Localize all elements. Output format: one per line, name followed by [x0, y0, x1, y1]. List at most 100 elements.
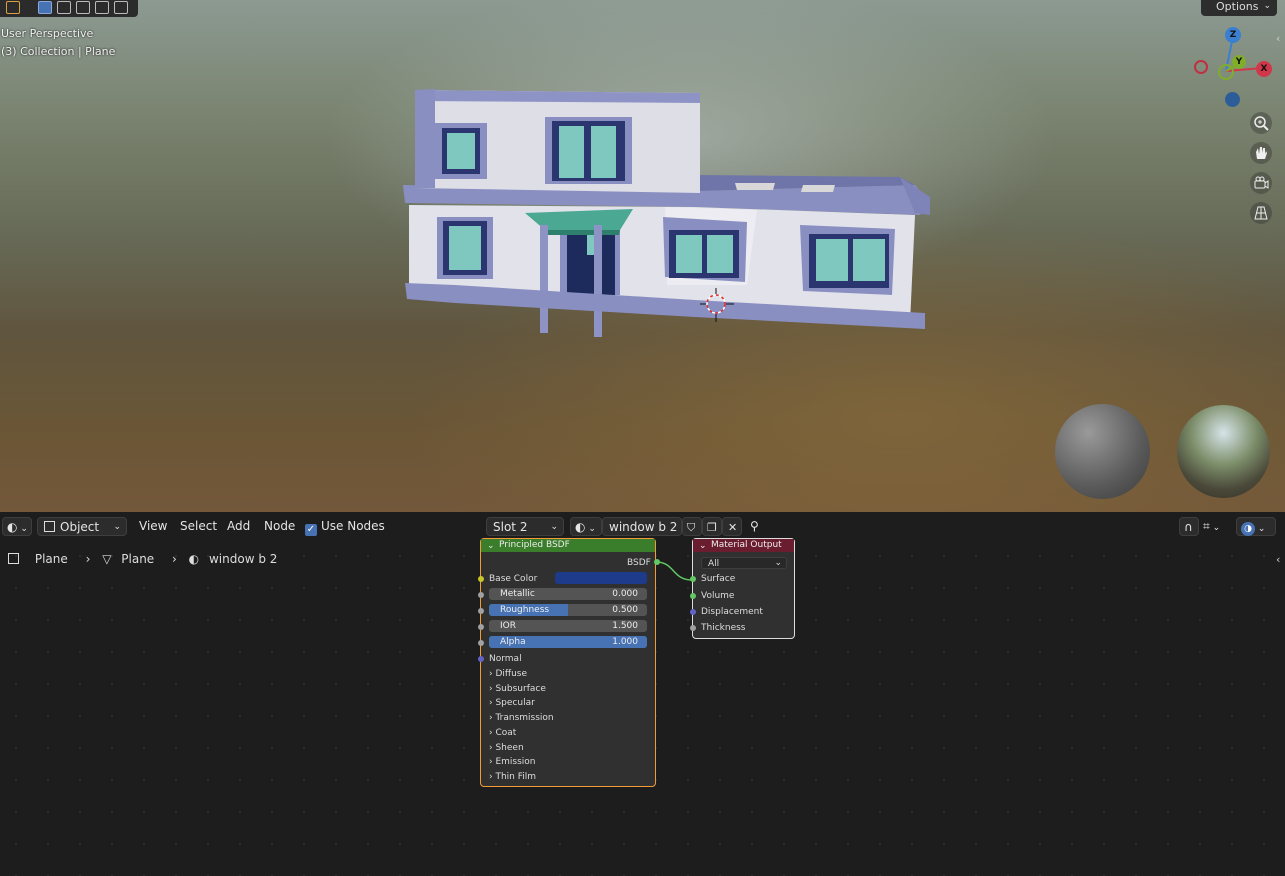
panel-sheen[interactable]: › Sheen [489, 743, 524, 753]
roughness-label: Roughness [500, 605, 550, 615]
fake-user-shield-icon[interactable]: ⛉ [682, 517, 702, 536]
select-box-icon[interactable] [38, 1, 52, 14]
slot-dropdown[interactable]: Slot 2 ⌄ [486, 517, 564, 536]
panel-subsurface[interactable]: › Subsurface [489, 684, 546, 694]
panel-label: Emission [495, 757, 536, 768]
normal-socket[interactable] [478, 656, 484, 662]
breadcrumb-object: Plane [34, 552, 68, 566]
sidebar-toggle-icon[interactable]: ‹ [1276, 553, 1280, 566]
material-name-field[interactable]: window b 2 [602, 517, 682, 536]
duplicate-material-icon[interactable]: ❐ [702, 517, 722, 536]
editor-type-dropdown[interactable]: ◐ ⌄ [2, 517, 32, 536]
chevron-right-icon: › [85, 552, 91, 566]
breadcrumb: Plane › ▽ Plane › ◐ window b 2 [8, 552, 283, 566]
sidebar-toggle-icon[interactable]: ‹ [1276, 32, 1280, 45]
chevron-down-icon: ⌄ [113, 522, 121, 532]
menu-add[interactable]: Add [227, 517, 250, 536]
displacement-socket[interactable] [690, 609, 696, 615]
alpha-slider[interactable]: Alpha 1.000 [489, 636, 647, 648]
select-mode-toolbar[interactable] [0, 0, 138, 17]
material-sphere-icon: ◐ [575, 520, 586, 534]
collapse-chevron-icon[interactable]: ⌄ [487, 540, 495, 553]
select-intersect-icon[interactable] [114, 1, 128, 14]
ior-value: 1.500 [612, 621, 638, 631]
unlink-close-icon[interactable]: ✕ [722, 517, 742, 536]
metallic-slider[interactable]: Metallic 0.000 [489, 588, 647, 600]
alpha-socket[interactable] [478, 640, 484, 646]
gizmo-neg-z-axis[interactable] [1225, 92, 1240, 107]
chevron-down-icon: ⌄ [774, 558, 782, 568]
snap-magnet-icon[interactable]: ∩ [1179, 517, 1199, 536]
3d-viewport[interactable]: User Perspective (3) Collection | Plane … [0, 0, 1285, 512]
collapse-chevron-icon[interactable]: ⌄ [699, 540, 707, 553]
overlays-icon: ◑ [1241, 522, 1255, 536]
gizmo-neg-y-axis[interactable] [1218, 64, 1234, 80]
options-dropdown[interactable]: Options ⌄ [1201, 0, 1277, 16]
volume-socket[interactable] [690, 593, 696, 599]
perspective-toggle-icon[interactable] [1250, 202, 1272, 224]
material-output-node[interactable]: ⌄ Material Output All ⌄ Surface Volume D… [690, 538, 795, 639]
target-dropdown[interactable]: All ⌄ [701, 557, 787, 569]
panel-label: Specular [495, 698, 535, 709]
bsdf-output-socket[interactable] [654, 559, 660, 565]
ior-slider[interactable]: IOR 1.500 [489, 620, 647, 632]
panel-coat[interactable]: › Coat [489, 728, 516, 738]
mode-dropdown[interactable]: Object ⌄ [37, 517, 127, 536]
base-color-swatch[interactable] [555, 572, 647, 584]
ior-socket[interactable] [478, 624, 484, 630]
panel-emission[interactable]: › Emission [489, 757, 536, 767]
roughness-slider[interactable]: Roughness 0.500 [489, 604, 647, 616]
overlays-dropdown[interactable]: ◑ ⌄ [1236, 517, 1276, 536]
select-tool-icon[interactable] [6, 1, 20, 14]
select-extend-icon[interactable] [57, 1, 71, 14]
panel-transmission[interactable]: › Transmission [489, 713, 554, 723]
panel-thin-film[interactable]: › Thin Film [489, 772, 536, 782]
principled-bsdf-node[interactable]: ⌄ Principled BSDF BSDF Base Color Metall… [478, 538, 660, 787]
roughness-socket[interactable] [478, 608, 484, 614]
panel-label: Coat [495, 727, 517, 738]
breadcrumb-mesh: Plane [121, 552, 155, 566]
house-model[interactable] [395, 85, 940, 345]
menu-view[interactable]: View [139, 517, 167, 536]
gizmo-neg-x-axis[interactable] [1194, 60, 1208, 74]
use-nodes-checkbox[interactable]: ✓ Use Nodes [305, 517, 385, 536]
gizmo-z-axis[interactable]: Z [1225, 27, 1241, 43]
panel-diffuse[interactable]: › Diffuse [489, 669, 527, 679]
thickness-socket[interactable] [690, 625, 696, 631]
camera-view-icon[interactable] [1250, 172, 1272, 194]
snap-grid-icon: ⌗ [1203, 519, 1210, 533]
object-icon [8, 553, 19, 564]
object-mode-icon [44, 521, 55, 532]
select-subtract-icon[interactable] [76, 1, 90, 14]
target-label: All [708, 559, 720, 569]
checkmark-icon: ✓ [305, 524, 317, 536]
material-preview-sphere [1055, 404, 1150, 499]
zoom-icon[interactable] [1250, 112, 1272, 134]
chevron-down-icon: ⌄ [1263, 1, 1271, 11]
node-title: Principled BSDF [499, 540, 570, 550]
metallic-label: Metallic [500, 589, 535, 599]
snap-target-dropdown[interactable]: ⌗ ⌄ [1203, 517, 1231, 536]
node-title: Material Output [711, 540, 782, 550]
pan-hand-icon[interactable] [1250, 142, 1272, 164]
gizmo-y-axis[interactable]: Y [1232, 55, 1246, 69]
material-browse-button[interactable]: ◐ ⌄ [570, 517, 602, 536]
slot-label: Slot 2 [493, 520, 528, 534]
menu-select[interactable]: Select [180, 517, 217, 536]
surface-input-label: Surface [701, 574, 736, 584]
menu-node[interactable]: Node [264, 517, 295, 536]
perspective-label: User Perspective [1, 27, 94, 40]
metallic-socket[interactable] [478, 592, 484, 598]
hdri-preview-sphere [1177, 405, 1270, 498]
pin-icon[interactable]: ⚲ [750, 517, 759, 536]
collection-label: (3) Collection | Plane [1, 45, 116, 58]
surface-socket[interactable] [690, 576, 696, 582]
base-color-socket[interactable] [478, 576, 484, 582]
select-invert-icon[interactable] [95, 1, 109, 14]
ior-label: IOR [500, 621, 516, 631]
panel-label: Sheen [495, 742, 524, 753]
base-color-label: Base Color [489, 574, 538, 584]
material-name: window b 2 [609, 520, 678, 534]
panel-specular[interactable]: › Specular [489, 698, 535, 708]
gizmo-x-axis[interactable]: X [1256, 61, 1272, 77]
